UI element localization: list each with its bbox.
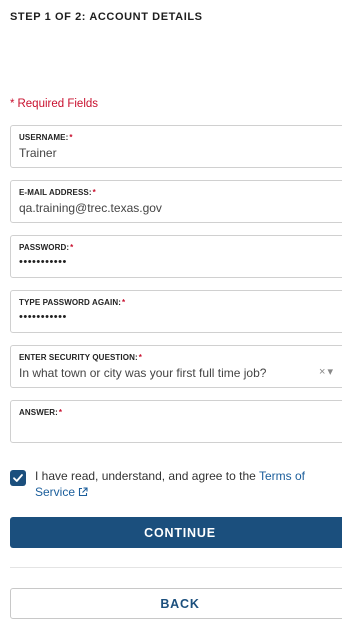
security-question-select[interactable]: ENTER SECURITY QUESTION:* In what town o… bbox=[10, 345, 342, 388]
password-again-value: ••••••••••• bbox=[19, 311, 67, 323]
terms-agreement-text: I have read, understand, and agree to th… bbox=[35, 469, 305, 499]
required-star: * bbox=[10, 98, 15, 110]
continue-button[interactable]: CONTINUE bbox=[10, 517, 342, 548]
security-question-value: In what town or city was your first full… bbox=[19, 366, 267, 380]
terms-checkbox[interactable] bbox=[10, 470, 26, 486]
email-value: qa.training@trec.texas.gov bbox=[19, 201, 162, 215]
back-button[interactable]: BACK bbox=[10, 588, 342, 619]
password-again-field[interactable]: TYPE PASSWORD AGAIN:* ••••••••••• bbox=[10, 290, 342, 333]
required-fields-note: * Required Fields bbox=[10, 98, 98, 110]
check-icon bbox=[13, 474, 23, 482]
chevron-down-icon[interactable]: ▾ bbox=[327, 366, 333, 378]
clear-icon[interactable]: × bbox=[319, 366, 325, 378]
password-field[interactable]: PASSWORD:* ••••••••••• bbox=[10, 235, 342, 278]
security-question-label: ENTER SECURITY QUESTION:* bbox=[19, 353, 142, 362]
required-fields-text: Required Fields bbox=[17, 98, 99, 110]
answer-field[interactable]: ANSWER:* bbox=[10, 400, 342, 443]
password-again-label: TYPE PASSWORD AGAIN:* bbox=[19, 298, 126, 307]
answer-label: ANSWER:* bbox=[19, 408, 63, 417]
email-field[interactable]: E-MAIL ADDRESS:* qa.training@trec.texas.… bbox=[10, 180, 342, 223]
email-label: E-MAIL ADDRESS:* bbox=[19, 188, 96, 197]
divider bbox=[10, 567, 342, 568]
password-label: PASSWORD:* bbox=[19, 243, 74, 252]
username-label: USERNAME:* bbox=[19, 133, 73, 142]
external-link-icon[interactable] bbox=[78, 487, 88, 497]
password-value: ••••••••••• bbox=[19, 256, 67, 268]
username-field[interactable]: USERNAME:* Trainer bbox=[10, 125, 342, 168]
step-title: STEP 1 OF 2: ACCOUNT DETAILS bbox=[10, 11, 203, 23]
username-value: Trainer bbox=[19, 146, 57, 160]
